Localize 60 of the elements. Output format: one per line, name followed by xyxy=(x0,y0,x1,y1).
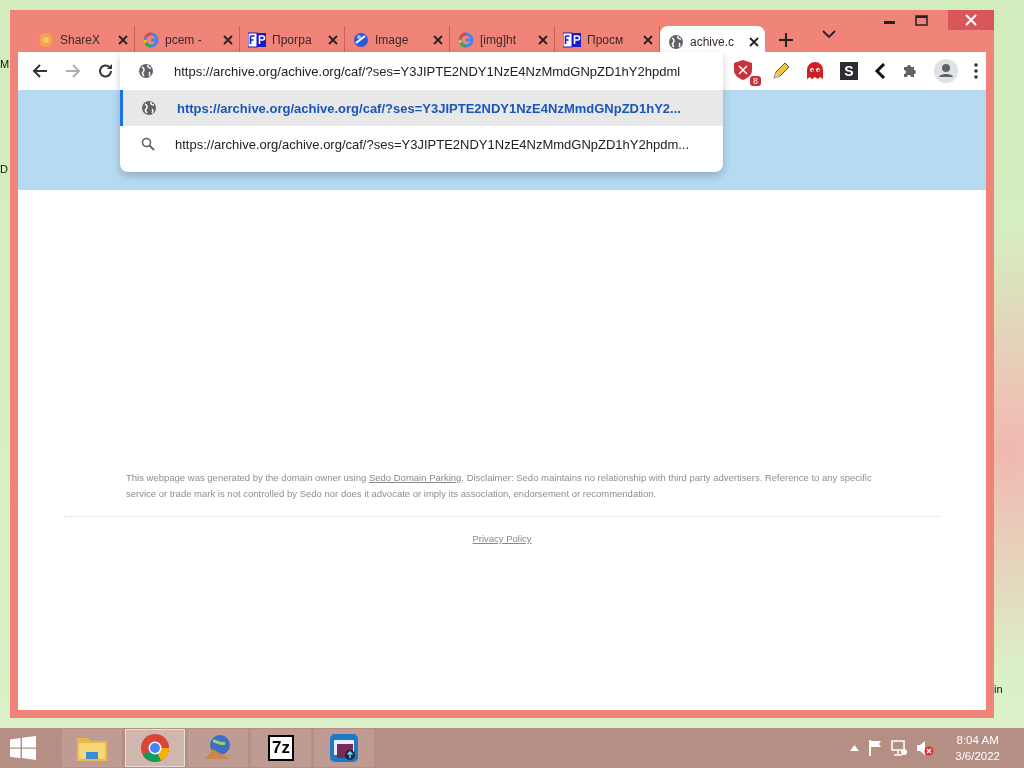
ghost-icon[interactable] xyxy=(806,62,824,80)
back-icon[interactable] xyxy=(32,63,48,79)
close-icon[interactable] xyxy=(749,37,759,47)
tab-title: pcem - xyxy=(165,33,203,47)
close-icon[interactable] xyxy=(433,35,443,45)
dropdown-icon[interactable] xyxy=(822,30,836,38)
google-icon xyxy=(458,32,474,48)
pencil-icon[interactable] xyxy=(772,62,790,80)
new-tab-icon[interactable] xyxy=(779,33,793,47)
extension-button[interactable]: S xyxy=(840,62,858,80)
globe-icon xyxy=(138,63,154,79)
network-icon[interactable] xyxy=(891,740,908,756)
close-icon[interactable] xyxy=(328,35,338,45)
speaker-muted-icon[interactable] xyxy=(916,740,935,756)
globe-icon xyxy=(141,100,157,116)
close-icon[interactable] xyxy=(118,35,128,45)
clock-time: 8:04 AM xyxy=(956,733,999,748)
flag-icon[interactable] xyxy=(868,740,883,756)
close-button[interactable] xyxy=(948,10,994,30)
close-icon[interactable] xyxy=(223,35,233,45)
google-icon xyxy=(143,32,159,48)
privacy-policy-link[interactable]: Privacy Policy xyxy=(472,533,532,544)
notification-badge: 8 xyxy=(750,76,761,86)
chrome-icon xyxy=(140,733,170,763)
globe-icon xyxy=(668,34,684,50)
suggestion-item[interactable]: https://archive.org/achive.org/caf/?ses=Y3JIPTE2NDY1NzE4NzMmdGNpZD1hY2hpdm... xyxy=(120,126,723,162)
windows-start-icon[interactable] xyxy=(10,736,36,760)
window-icon xyxy=(329,733,359,763)
caret-up-icon[interactable] xyxy=(850,745,860,751)
taskbar-app[interactable]: 7z xyxy=(251,729,311,767)
desktop-icon-label: in xyxy=(994,683,1003,695)
tab-title: Image xyxy=(375,33,410,47)
clock-date: 3/6/2022 xyxy=(955,749,1000,764)
close-icon[interactable] xyxy=(643,35,653,45)
wrench-ball-icon xyxy=(353,32,369,48)
close-icon[interactable] xyxy=(538,35,548,45)
tab-title: Просм xyxy=(587,33,625,47)
reload-icon[interactable] xyxy=(98,63,114,79)
taskbar-app[interactable] xyxy=(314,729,374,767)
fp-icon xyxy=(563,32,581,48)
fp-icon xyxy=(248,32,266,48)
chevron-left-icon[interactable] xyxy=(874,63,886,79)
tab-title: ShareX xyxy=(60,33,102,47)
maximize-icon[interactable] xyxy=(915,14,928,26)
desktop-icon-label: M xyxy=(0,58,10,70)
tab-title: Програ xyxy=(272,33,313,47)
shield-icon[interactable] xyxy=(734,60,752,80)
app-logo: 7z xyxy=(268,735,294,761)
close-icon xyxy=(965,14,977,26)
search-icon xyxy=(141,137,155,151)
clock[interactable]: 8:04 AM 3/6/2022 xyxy=(955,732,1000,764)
profile-icon[interactable] xyxy=(934,59,958,83)
disclaimer-text: This webpage was generated by the domain owner using Sedo Domain Parking. Disclaimer: Sedo maintains no relationship with third party advertisers. Reference to any specific service or trade mark is not controlled by Sedo nor does it advocate or imply its association, endorsement or recommendation. xyxy=(126,471,873,501)
puzzle-icon[interactable] xyxy=(902,63,918,79)
tab-title: [img]ht xyxy=(480,33,517,47)
menu-icon[interactable] xyxy=(974,63,978,79)
suggestion-item[interactable]: https://archive.org/achive.org/caf/?ses=Y3JIPTE2NDY1NzE4NzMmdGNpZD1hY2... xyxy=(120,90,723,126)
tab-title: achive.c xyxy=(690,35,736,49)
minimize-icon[interactable] xyxy=(884,20,895,24)
desktop-icon-label: D xyxy=(0,163,8,175)
